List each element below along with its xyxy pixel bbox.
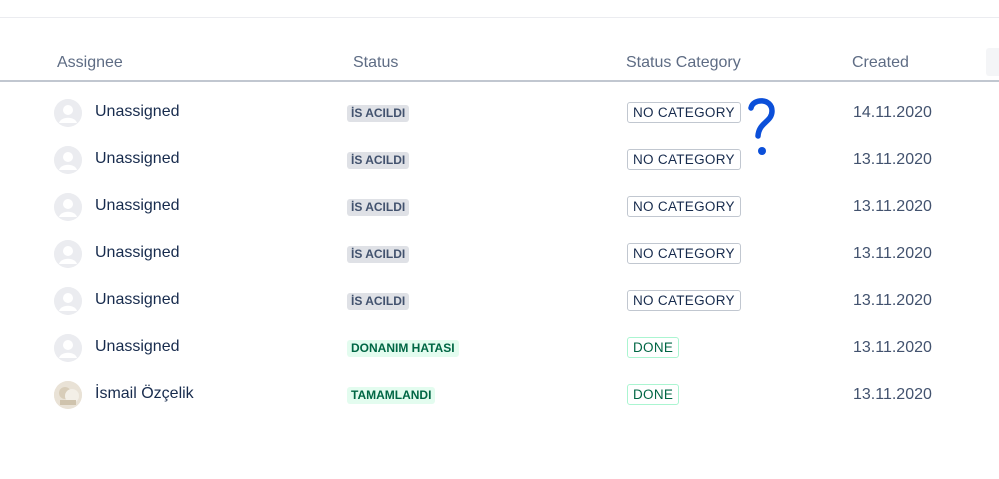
status-category-badge: NO CATEGORY [627, 290, 741, 311]
default-avatar-icon [54, 193, 82, 221]
default-avatar-icon [54, 240, 82, 268]
assignee-name[interactable]: İsmail Özçelik [95, 385, 194, 403]
table-row[interactable]: Unassigned İS ACILDI NO CATEGORY 13.11.2020 [0, 136, 999, 183]
user-photo-avatar-icon [54, 381, 82, 409]
default-avatar-icon [54, 146, 82, 174]
header-assignee[interactable]: Assignee [57, 54, 123, 72]
assignee-name[interactable]: Unassigned [95, 103, 180, 121]
created-date: 13.11.2020 [853, 245, 932, 262]
created-date: 13.11.2020 [853, 198, 932, 215]
table-row[interactable]: Unassigned İS ACILDI NO CATEGORY 13.11.2020 [0, 183, 999, 230]
header-next-column[interactable] [986, 48, 999, 76]
created-date: 13.11.2020 [853, 292, 932, 309]
table-row[interactable]: Unassigned İS ACILDI NO CATEGORY 13.11.2020 [0, 230, 999, 277]
status-category-badge: NO CATEGORY [627, 149, 741, 170]
assignee-name[interactable]: Unassigned [95, 150, 180, 168]
created-date: 14.11.2020 [853, 104, 932, 121]
table-header: Assignee Status Status Category Created [0, 46, 999, 82]
default-avatar-icon [54, 287, 82, 315]
question-mark-icon [748, 98, 775, 155]
assignee-name[interactable]: Unassigned [95, 197, 180, 215]
table-row[interactable]: Unassigned İS ACILDI NO CATEGORY 13.11.2020 [0, 277, 999, 324]
created-date: 13.11.2020 [853, 386, 932, 403]
created-date: 13.11.2020 [853, 339, 932, 356]
status-lozenge: İS ACILDI [347, 293, 410, 310]
status-category-badge: NO CATEGORY [627, 243, 741, 264]
table-row[interactable]: Unassigned İS ACILDI NO CATEGORY 14.11.2020 [0, 89, 999, 136]
status-category-badge: NO CATEGORY [627, 102, 741, 123]
status-lozenge: İS ACILDI [347, 246, 410, 263]
status-category-badge: DONE [627, 337, 680, 358]
assignee-name[interactable]: Unassigned [95, 244, 180, 262]
default-avatar-icon [54, 99, 82, 127]
table-row[interactable]: Unassigned DONANIM HATASI DONE 13.11.2020 [0, 324, 999, 371]
status-lozenge: İS ACILDI [347, 105, 410, 122]
header-status-category[interactable]: Status Category [626, 54, 741, 72]
header-created[interactable]: Created [852, 54, 909, 72]
header-status[interactable]: Status [353, 54, 398, 72]
assignee-name[interactable]: Unassigned [95, 338, 180, 356]
status-lozenge: DONANIM HATASI [347, 340, 459, 357]
assignee-name[interactable]: Unassigned [95, 291, 180, 309]
status-category-badge: NO CATEGORY [627, 196, 741, 217]
top-divider [0, 17, 999, 18]
status-lozenge: İS ACILDI [347, 199, 410, 216]
table-row[interactable]: İsmail Özçelik TAMAMLANDI DONE 13.11.2020 [0, 371, 999, 418]
status-lozenge: İS ACILDI [347, 152, 410, 169]
created-date: 13.11.2020 [853, 151, 932, 168]
status-category-badge: DONE [627, 384, 680, 405]
default-avatar-icon [54, 334, 82, 362]
status-lozenge: TAMAMLANDI [347, 387, 436, 404]
